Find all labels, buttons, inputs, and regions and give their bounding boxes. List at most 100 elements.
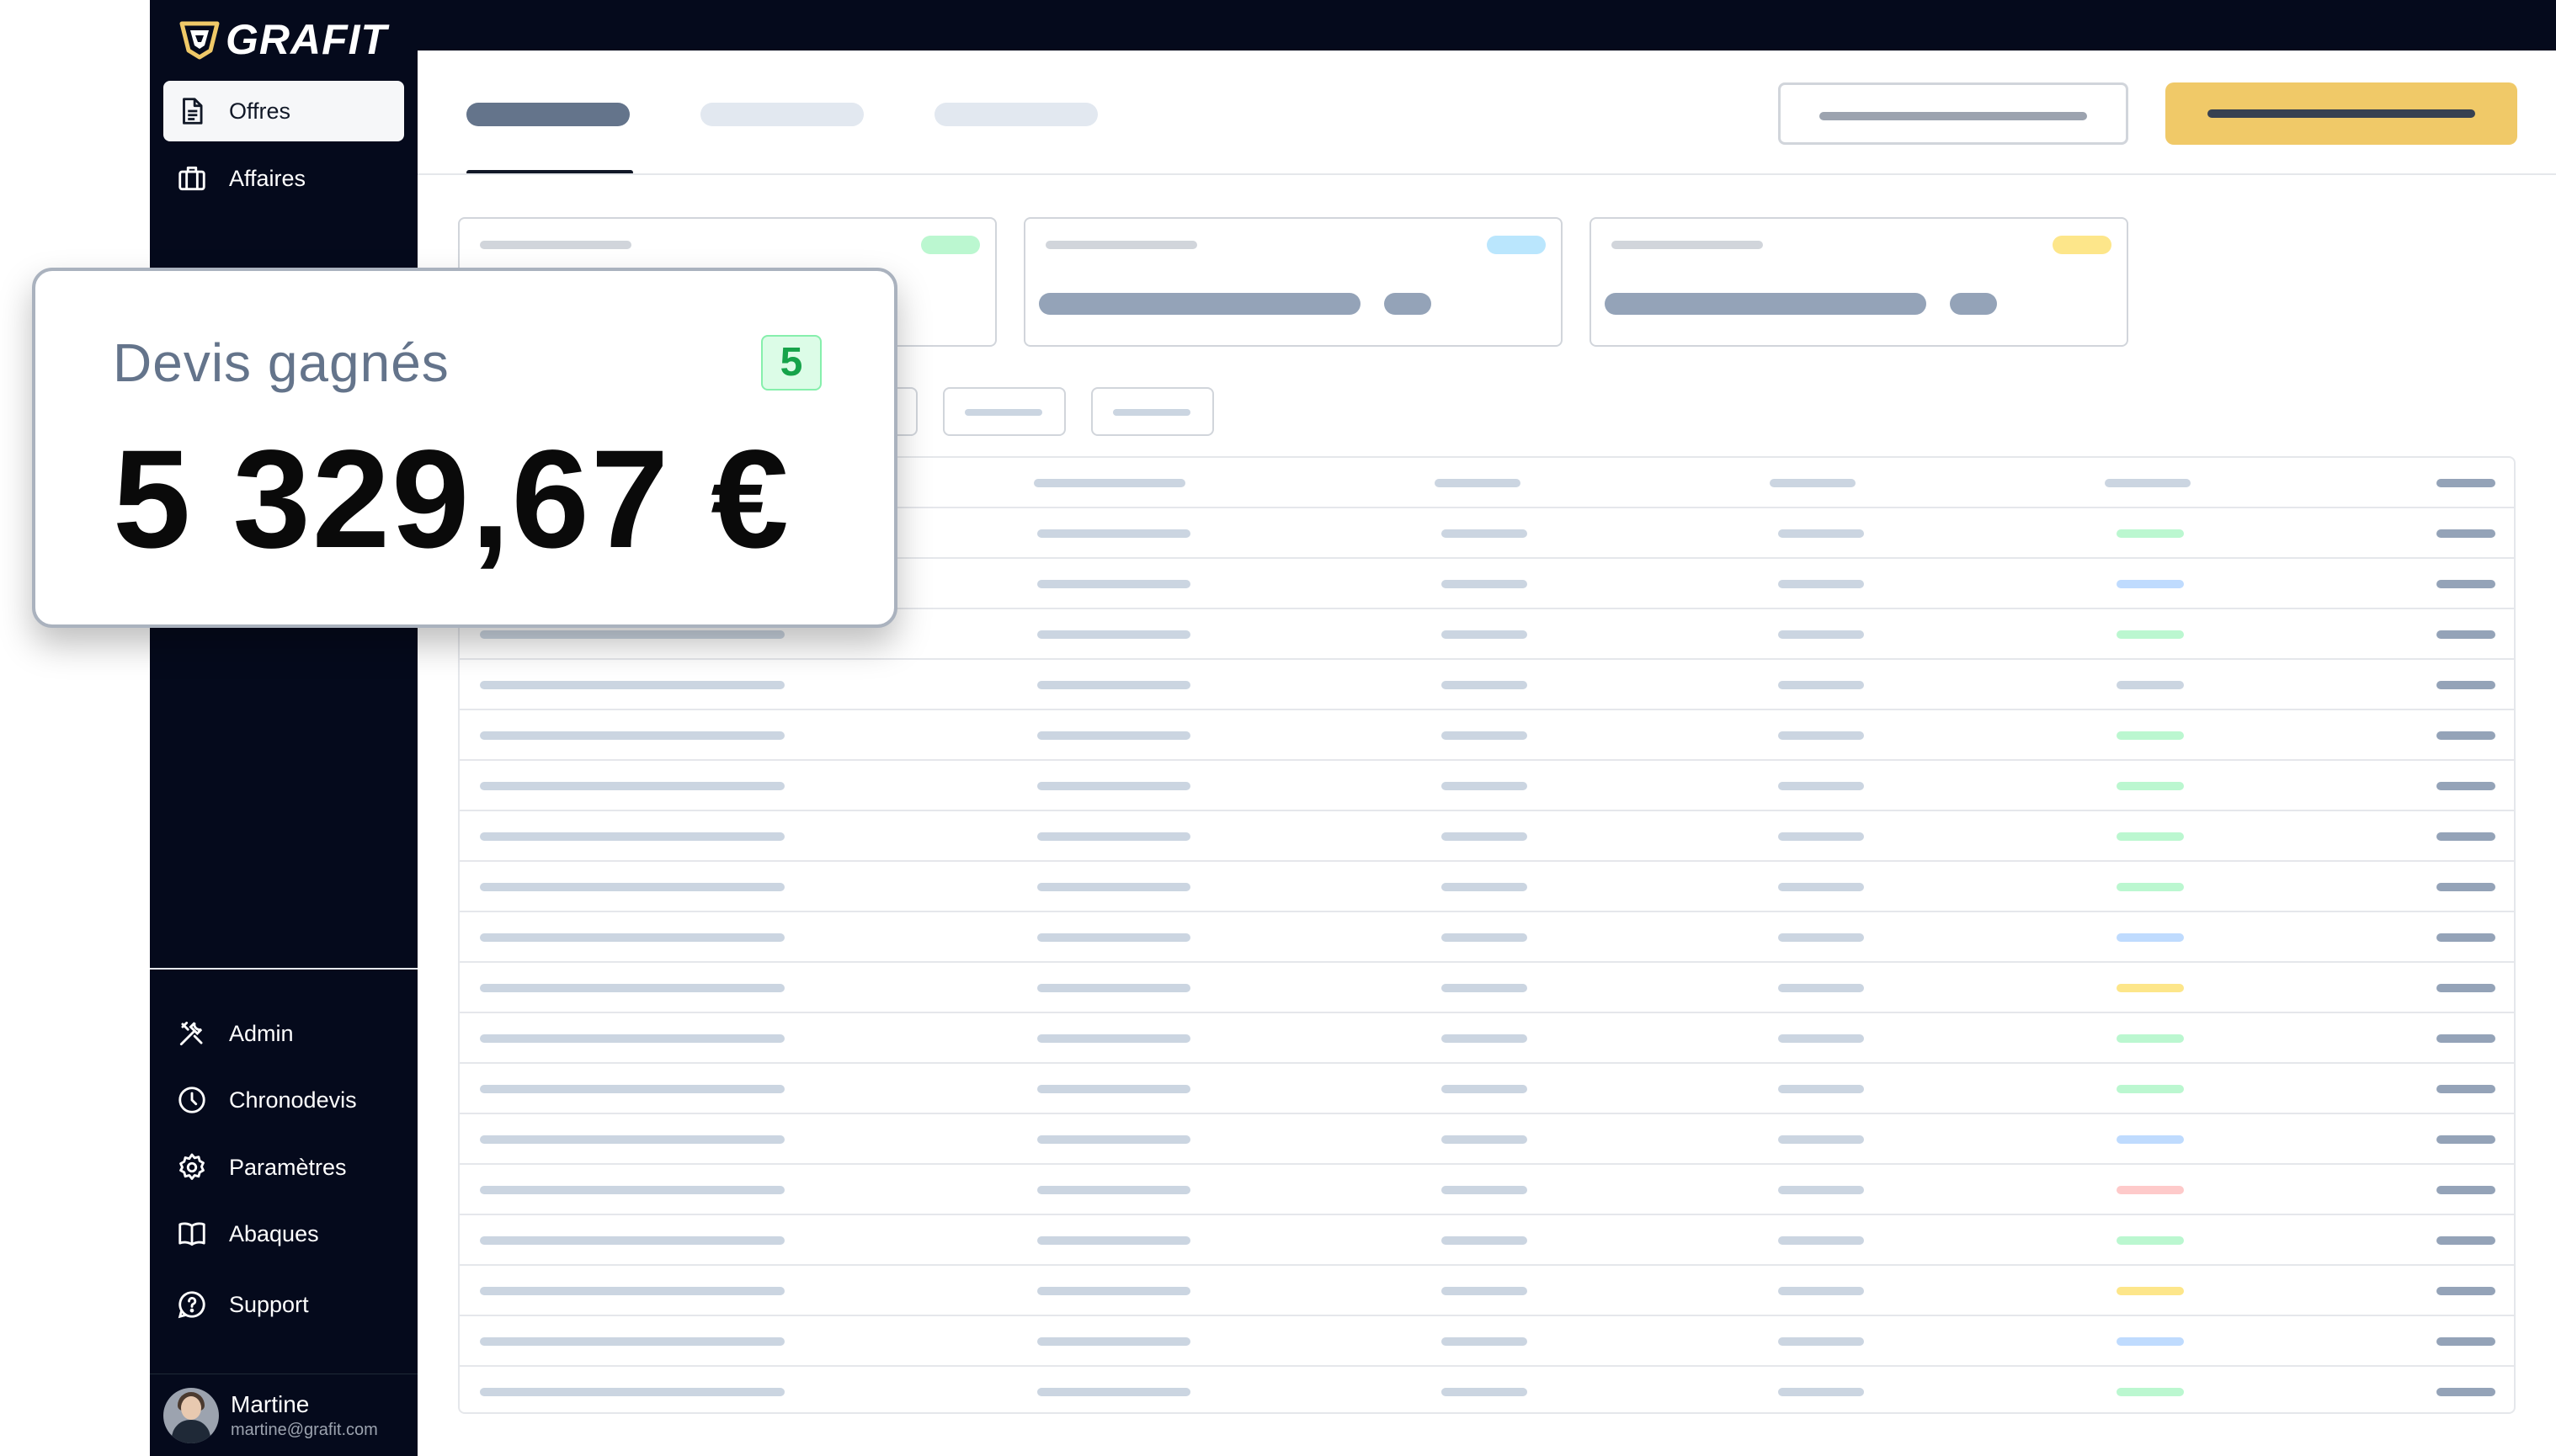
row-cell	[1441, 529, 1527, 538]
tab-1[interactable]	[466, 103, 630, 126]
row-cell	[1778, 1186, 1864, 1194]
header-cell	[2105, 479, 2191, 487]
table-row[interactable]	[460, 963, 2514, 1013]
table-row[interactable]	[460, 1114, 2514, 1165]
row-cell	[1778, 1236, 1864, 1245]
header-cell	[1435, 479, 1520, 487]
gear-icon	[175, 1150, 209, 1184]
row-cell	[1441, 681, 1527, 689]
primary-button[interactable]	[2165, 82, 2517, 145]
brand-name: GRAFIT	[226, 16, 388, 63]
sidebar-item-label: Affaires	[229, 165, 306, 191]
row-cell	[1778, 1085, 1864, 1093]
row-cell	[2436, 580, 2495, 588]
row-cell	[1778, 933, 1864, 942]
filter-chip-2[interactable]	[943, 387, 1066, 436]
tab-divider	[418, 173, 2556, 175]
table-row[interactable]	[460, 1316, 2514, 1367]
row-cell	[1441, 580, 1527, 588]
status-pill	[2117, 1287, 2184, 1295]
row-cell	[1441, 1135, 1527, 1144]
row-cell	[1778, 782, 1864, 790]
row-cell	[2436, 1236, 2495, 1245]
row-cell	[2436, 681, 2495, 689]
sidebar-item-parametres[interactable]: Paramètres	[163, 1137, 404, 1198]
row-cell	[480, 1388, 785, 1396]
summary-card-3[interactable]	[1590, 217, 2128, 347]
row-cell	[1037, 1287, 1190, 1295]
row-cell	[1441, 1388, 1527, 1396]
row-cell	[2436, 883, 2495, 891]
table-row[interactable]	[460, 1367, 2514, 1412]
row-cell	[1778, 681, 1864, 689]
tools-icon	[175, 1017, 209, 1050]
table-row[interactable]	[460, 761, 2514, 811]
brand-logo[interactable]: GRAFIT	[177, 15, 387, 64]
sidebar-item-admin[interactable]: Admin	[163, 1003, 404, 1064]
sidebar-item-affaires[interactable]: Affaires	[163, 148, 404, 209]
user-profile[interactable]: Martine martine@grafit.com	[163, 1385, 378, 1446]
row-cell	[480, 782, 785, 790]
status-pill	[2117, 1236, 2184, 1245]
status-pill	[2117, 1388, 2184, 1396]
row-cell	[480, 1337, 785, 1346]
table-row[interactable]	[460, 862, 2514, 912]
table-row[interactable]	[460, 710, 2514, 761]
sidebar-item-support[interactable]: Support	[163, 1274, 404, 1335]
table-row[interactable]	[460, 1013, 2514, 1064]
row-cell	[1441, 782, 1527, 790]
summary-card-2[interactable]	[1024, 217, 1563, 347]
row-cell	[2436, 782, 2495, 790]
table-row[interactable]	[460, 1165, 2514, 1215]
status-pill	[2117, 580, 2184, 588]
status-pill	[2117, 1337, 2184, 1346]
row-cell	[1037, 782, 1190, 790]
row-cell	[1037, 529, 1190, 538]
document-icon	[175, 94, 209, 128]
row-cell	[1778, 731, 1864, 740]
row-cell	[1441, 1236, 1527, 1245]
sidebar-item-label: Support	[229, 1291, 309, 1317]
row-cell	[480, 1186, 785, 1194]
sidebar-item-label: Admin	[229, 1020, 294, 1046]
row-cell	[1441, 933, 1527, 942]
tab-3[interactable]	[935, 103, 1098, 126]
sidebar-item-offres[interactable]: Offres	[163, 81, 404, 141]
sidebar-item-label: Chronodevis	[229, 1087, 357, 1113]
sidebar-item-chronodevis[interactable]: Chronodevis	[163, 1070, 404, 1130]
sidebar-item-abaques[interactable]: Abaques	[163, 1204, 404, 1264]
table-row[interactable]	[460, 1215, 2514, 1266]
status-pill	[2117, 1034, 2184, 1043]
table-row[interactable]	[460, 1266, 2514, 1316]
row-cell	[1778, 1388, 1864, 1396]
book-icon	[175, 1217, 209, 1251]
header-cell	[1034, 479, 1185, 487]
row-cell	[1037, 832, 1190, 841]
row-cell	[1441, 1034, 1527, 1043]
table-row[interactable]	[460, 811, 2514, 862]
avatar	[163, 1388, 219, 1443]
secondary-button[interactable]	[1778, 82, 2128, 145]
row-cell	[1037, 681, 1190, 689]
row-cell	[2436, 1287, 2495, 1295]
row-cell	[480, 1135, 785, 1144]
status-pill	[2117, 984, 2184, 992]
status-pill	[2117, 1186, 2184, 1194]
table-row[interactable]	[460, 660, 2514, 710]
row-cell	[2436, 630, 2495, 639]
filter-chip-3[interactable]	[1091, 387, 1214, 436]
tab-2[interactable]	[700, 103, 864, 126]
clock-icon	[175, 1083, 209, 1117]
row-cell	[480, 681, 785, 689]
count-badge: 5	[761, 335, 822, 391]
row-cell	[1778, 1287, 1864, 1295]
table-row[interactable]	[460, 912, 2514, 963]
table-row[interactable]	[460, 1064, 2514, 1114]
row-cell	[480, 1085, 785, 1093]
row-cell	[1037, 580, 1190, 588]
row-cell	[480, 883, 785, 891]
sidebar-divider	[150, 968, 418, 970]
row-cell	[1037, 731, 1190, 740]
row-cell	[1441, 1085, 1527, 1093]
row-cell	[480, 731, 785, 740]
